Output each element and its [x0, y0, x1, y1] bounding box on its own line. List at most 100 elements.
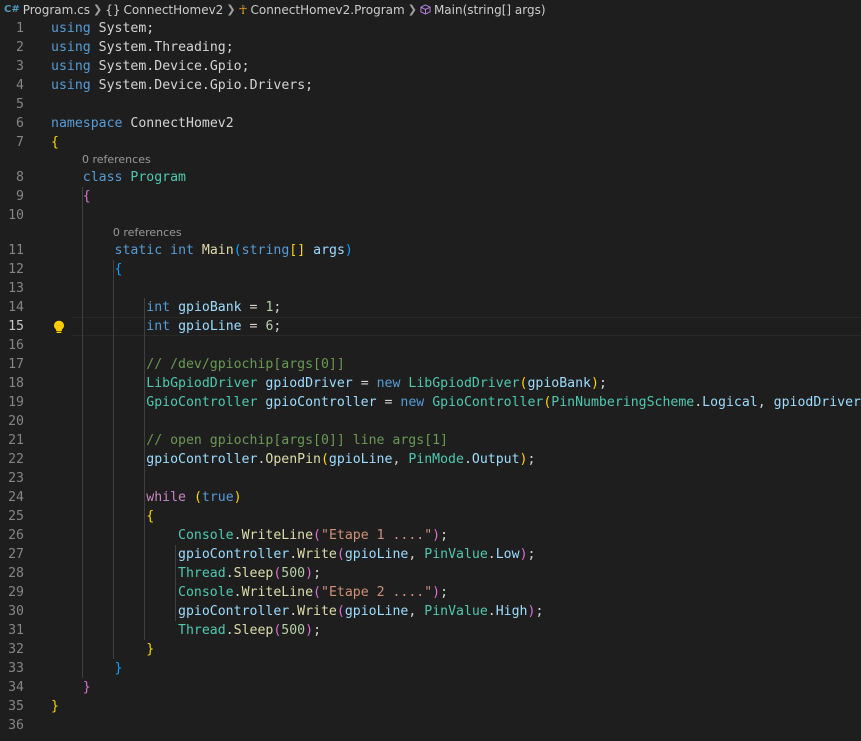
codelens-label[interactable]: 0 references — [82, 152, 151, 168]
code-line[interactable]: 5 — [0, 95, 861, 114]
code-text: gpioController.OpenPin(gpioLine, PinMode… — [146, 452, 536, 467]
code-text: namespace ConnectHomev2 — [51, 116, 234, 131]
line-number: 11 — [8, 243, 24, 258]
code-line[interactable]: 29 Console.WriteLine("Etape 2 ...."); — [0, 583, 861, 602]
code-line[interactable]: 36 — [0, 716, 861, 735]
code-line[interactable]: 14 int gpioBank = 1; — [0, 298, 861, 317]
indent-guide — [143, 412, 145, 431]
code-line[interactable]: 25 { — [0, 507, 861, 526]
csharp-file-icon: C# — [4, 4, 20, 15]
code-text: { — [82, 189, 91, 204]
breadcrumb-class[interactable]: ☥ ConnectHomev2.Program — [239, 3, 405, 17]
breadcrumb-namespace[interactable]: {} ConnectHomev2 — [105, 3, 223, 17]
code-line[interactable]: 32 } — [0, 640, 861, 659]
breadcrumb-file[interactable]: C# Program.cs — [4, 3, 90, 17]
code-text: Thread.Sleep(500); — [178, 566, 322, 581]
code-line[interactable]: 35} — [0, 697, 861, 716]
code-text: { — [114, 262, 123, 277]
code-line[interactable]: 2 using System.Threading; — [0, 38, 861, 57]
code-line[interactable]: 3 using System.Device.Gpio; — [0, 57, 861, 76]
code-line[interactable]: 26 Console.WriteLine("Etape 1 ...."); — [0, 526, 861, 545]
line-number: 25 — [8, 509, 24, 524]
indent-guide — [143, 336, 145, 355]
code-text: LibGpiodDriver gpiodDriver = new LibGpio… — [146, 376, 607, 391]
code-line[interactable]: 30 gpioController.Write(gpioLine, PinVal… — [0, 602, 861, 621]
breadcrumb-method-label: Main(string[] args) — [433, 2, 546, 17]
code-line[interactable]: 13 — [0, 279, 861, 298]
codelens-references[interactable]: 0 references — [0, 152, 861, 168]
indent-guide — [143, 469, 145, 488]
code-text: Thread.Sleep(500); — [178, 623, 322, 638]
code-line[interactable]: 8 class Program — [0, 168, 861, 187]
line-number: 3 — [16, 59, 24, 74]
line-number: 9 — [16, 189, 24, 204]
line-number: 26 — [8, 528, 24, 543]
code-line[interactable]: 18 LibGpiodDriver gpiodDriver = new LibG… — [0, 374, 861, 393]
line-number: 7 — [16, 135, 24, 150]
line-number: 20 — [8, 414, 24, 429]
code-line[interactable]: 21 // open gpiochip[args[0]] line args[1… — [0, 431, 861, 450]
line-number: 27 — [8, 547, 24, 562]
code-line[interactable]: 11 static int Main(string[] args) — [0, 241, 861, 260]
namespace-braces-icon: {} — [105, 2, 121, 17]
indent-guide — [112, 412, 114, 431]
code-line[interactable]: 12 { — [0, 260, 861, 279]
line-number: 24 — [8, 490, 24, 505]
code-editor[interactable]: 1 using System; 2 using System.Threading; 3 u… — [0, 19, 861, 735]
indent-guide — [112, 469, 114, 488]
code-text: using System.Threading; — [51, 40, 234, 55]
breadcrumb-file-label: Program.cs — [22, 2, 91, 17]
code-line[interactable]: 15 int gpioLine = 6; — [0, 317, 861, 336]
code-text: while (true) — [146, 490, 242, 505]
line-number: 12 — [8, 262, 24, 277]
code-text: using System.Device.Gpio; — [51, 59, 250, 74]
line-number: 33 — [8, 661, 24, 676]
code-text: } — [51, 699, 59, 714]
code-line[interactable]: 19 GpioController gpioController = new G… — [0, 393, 861, 412]
code-line[interactable]: 1 using System; — [0, 19, 861, 38]
line-number: 14 — [8, 300, 24, 315]
code-text: gpioController.Write(gpioLine, PinValue.… — [178, 547, 536, 562]
code-text: int gpioBank = 1; — [146, 300, 282, 315]
code-line[interactable]: 20 — [0, 412, 861, 431]
code-line[interactable]: 33 } — [0, 659, 861, 678]
code-line[interactable]: 31 Thread.Sleep(500); — [0, 621, 861, 640]
codelens-label[interactable]: 0 references — [113, 225, 182, 241]
line-number: 36 — [8, 718, 24, 733]
line-number: 1 — [16, 21, 24, 36]
code-line[interactable]: 7{ — [0, 133, 861, 152]
line-number: 17 — [8, 357, 24, 372]
code-line[interactable]: 4 using System.Device.Gpio.Drivers; — [0, 76, 861, 95]
chevron-right-icon: ❯ — [407, 3, 417, 16]
indent-guide — [81, 412, 83, 431]
indent-guide — [81, 279, 83, 298]
line-number: 22 — [8, 452, 24, 467]
code-line[interactable]: 28 Thread.Sleep(500); — [0, 564, 861, 583]
codelens-references[interactable]: 0 references — [0, 225, 861, 241]
breadcrumb-method[interactable]: Main(string[] args) — [420, 3, 546, 17]
code-line[interactable]: 22 gpioController.OpenPin(gpioLine, PinM… — [0, 450, 861, 469]
code-line[interactable]: 10 — [0, 206, 861, 225]
line-number: 28 — [8, 566, 24, 581]
code-text: Console.WriteLine("Etape 1 ...."); — [178, 528, 449, 543]
indent-guide — [81, 206, 83, 225]
line-number: 32 — [8, 642, 24, 657]
code-line[interactable]: 17 // /dev/gpiochip[args[0]] — [0, 355, 861, 374]
breadcrumb-namespace-label: ConnectHomev2 — [123, 2, 224, 17]
code-line[interactable]: 27 gpioController.Write(gpioLine, PinVal… — [0, 545, 861, 564]
code-text: } — [146, 642, 155, 657]
code-line[interactable]: 23 — [0, 469, 861, 488]
code-line[interactable]: 24 while (true) — [0, 488, 861, 507]
code-line[interactable]: 34 } — [0, 678, 861, 697]
chevron-right-icon: ❯ — [226, 3, 236, 16]
code-line[interactable]: 9 { — [0, 187, 861, 206]
code-line[interactable]: 16 — [0, 336, 861, 355]
code-text: using System.Device.Gpio.Drivers; — [51, 78, 314, 93]
indent-guide — [81, 336, 83, 355]
line-number: 2 — [16, 40, 24, 55]
line-number: 10 — [8, 208, 24, 223]
line-number: 16 — [8, 338, 24, 353]
code-text: int gpioLine = 6; — [146, 319, 282, 334]
line-number: 34 — [8, 680, 24, 695]
code-line[interactable]: 6 namespace ConnectHomev2 — [0, 114, 861, 133]
